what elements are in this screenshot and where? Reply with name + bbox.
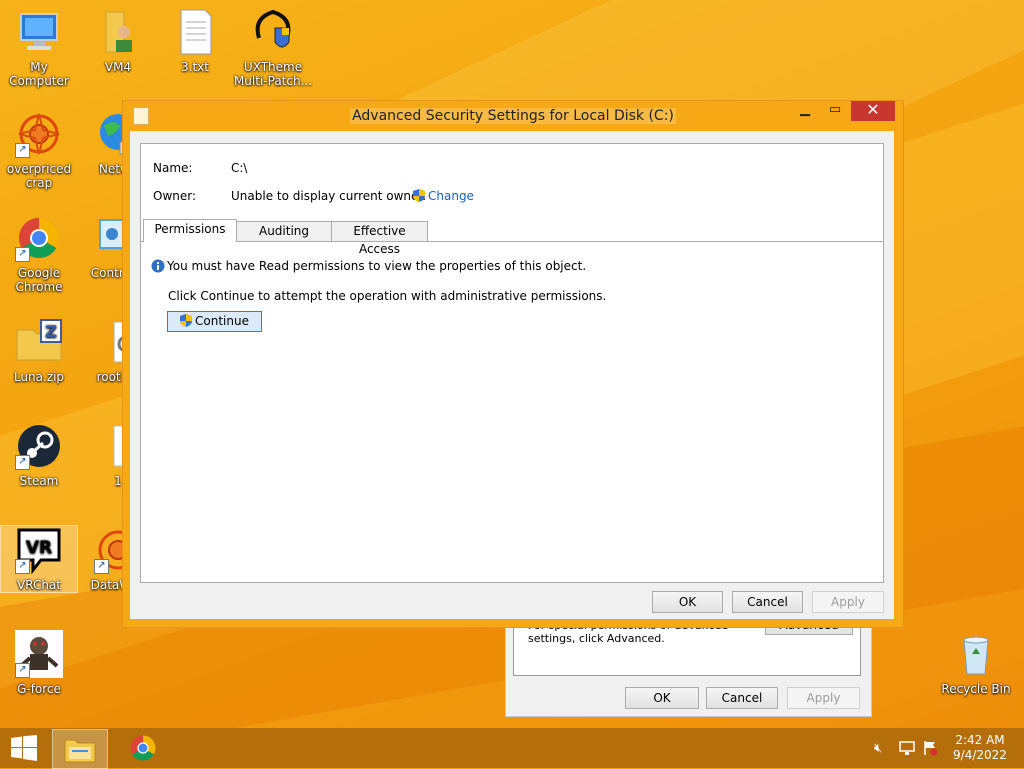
taskbar-file-explorer[interactable] (52, 729, 108, 769)
svg-text:Z: Z (45, 322, 57, 341)
volume-muted-icon[interactable]: 🔇︎ (874, 741, 890, 757)
advanced-security-settings-dialog: Advanced Security Settings for Local Dis… (122, 100, 904, 628)
desktop: My Computer ↗ overpriced crap ↗ Google C… (0, 0, 1024, 728)
desktop-icon-my-computer[interactable]: My Computer (1, 8, 77, 88)
dialog-body: Name: C:\ Owner: Unable to display curre… (130, 131, 894, 619)
tab-effective-access[interactable]: Effective Access (331, 221, 428, 256)
desktop-icon-3-txt[interactable]: 3.txt (157, 8, 233, 74)
owner-value: Unable to display current owner. (231, 189, 427, 203)
continue-button-label: Continue (195, 314, 249, 328)
network-icon[interactable] (898, 740, 916, 756)
svg-text:VR: VR (26, 538, 52, 558)
desktop-icon-overpriced-crap[interactable]: ↗ overpriced crap (1, 110, 77, 190)
info-message-text: You must have Read permissions to view t… (167, 259, 587, 273)
shortcut-arrow-icon: ↗ (15, 559, 30, 574)
info-icon (151, 259, 165, 273)
windows-logo-icon (11, 735, 37, 761)
tab-permissions[interactable]: Permissions (143, 219, 237, 242)
change-owner-link[interactable]: Change (413, 189, 474, 203)
desktop-icon-luna-zip[interactable]: Z Luna.zip (1, 318, 77, 384)
name-value: C:\ (231, 161, 248, 175)
bg-cancel-button[interactable]: Cancel (706, 687, 778, 709)
desktop-icon-g-force[interactable]: ↗ G-force (1, 630, 77, 696)
change-link-label: Change (428, 189, 474, 203)
tab-strip: Permissions Auditing Effective Access (141, 219, 883, 256)
close-button[interactable]: ✕ (851, 101, 895, 121)
maximize-button[interactable]: ▭ (821, 101, 849, 121)
shortcut-arrow-icon: ↗ (15, 247, 30, 262)
name-label: Name: (153, 161, 193, 175)
user-folder-icon (94, 8, 142, 56)
chrome-icon (130, 735, 156, 761)
bg-apply-button[interactable]: Apply (787, 687, 860, 709)
taskbar: 🔇︎ 2:42 AM 9/4/2022 (0, 728, 1024, 769)
clock-time: 2:42 AM (955, 733, 1005, 747)
close-icon: ✕ (866, 100, 880, 119)
minimize-button[interactable]: ▁ (791, 101, 819, 121)
shortcut-arrow-icon: ↗ (15, 455, 30, 470)
recycle-bin-icon (952, 630, 1000, 678)
content-panel: Name: C:\ Owner: Unable to display curre… (140, 143, 884, 583)
vrchat-icon: VR ↗ (15, 526, 63, 575)
desktop-icon-vm4[interactable]: VM4 (80, 8, 156, 74)
shortcut-arrow-icon: ↗ (15, 143, 30, 158)
tab-auditing[interactable]: Auditing (236, 221, 332, 241)
g-force-icon: ↗ (15, 630, 63, 678)
maximize-icon: ▭ (828, 102, 842, 117)
desktop-icon-uxtheme[interactable]: UXTheme Multi-Patch... (233, 8, 313, 88)
shortcut-arrow-icon: ↗ (15, 663, 30, 678)
info-message: You must have Read permissions to view t… (151, 259, 586, 273)
chrome-icon: ↗ (15, 214, 63, 262)
ok-button[interactable]: OK (652, 591, 723, 613)
bg-ok-button[interactable]: OK (625, 687, 699, 709)
owner-label: Owner: (153, 189, 197, 203)
clock-date: 9/4/2022 (953, 748, 1007, 762)
desktop-icon-recycle-bin[interactable]: Recycle Bin (936, 630, 1016, 696)
action-center-flag-icon[interactable] (922, 740, 938, 756)
ornament-icon: ↗ (15, 110, 63, 158)
taskbar-google-chrome[interactable] (116, 729, 170, 767)
desktop-icon-google-chrome[interactable]: ↗ Google Chrome (1, 214, 77, 294)
cancel-button[interactable]: Cancel (732, 591, 803, 613)
apply-button[interactable]: Apply (812, 591, 884, 613)
dialog-title: Advanced Security Settings for Local Dis… (350, 108, 676, 124)
text-file-icon (171, 8, 219, 56)
steam-icon: ↗ (15, 422, 63, 470)
tab-divider (141, 241, 883, 242)
shortcut-arrow-icon: ↗ (94, 559, 109, 574)
minimize-icon: ▁ (800, 102, 810, 117)
desktop-icon-vrchat[interactable]: VR ↗ VRChat (0, 525, 78, 593)
uac-shield-icon (180, 314, 193, 327)
uac-shield-icon (413, 189, 425, 202)
title-bar[interactable]: Advanced Security Settings for Local Dis… (123, 101, 903, 131)
uxtheme-patcher-icon (249, 8, 297, 56)
computer-icon (15, 8, 63, 56)
start-button[interactable] (0, 728, 48, 768)
zip-folder-icon: Z (15, 318, 63, 366)
desktop-icon-steam[interactable]: ↗ Steam (1, 422, 77, 488)
continue-button[interactable]: Continue (167, 311, 262, 332)
system-clock[interactable]: 2:42 AM 9/4/2022 (946, 733, 1014, 763)
continue-message: Click Continue to attempt the operation … (168, 289, 607, 303)
file-explorer-icon (64, 739, 96, 763)
